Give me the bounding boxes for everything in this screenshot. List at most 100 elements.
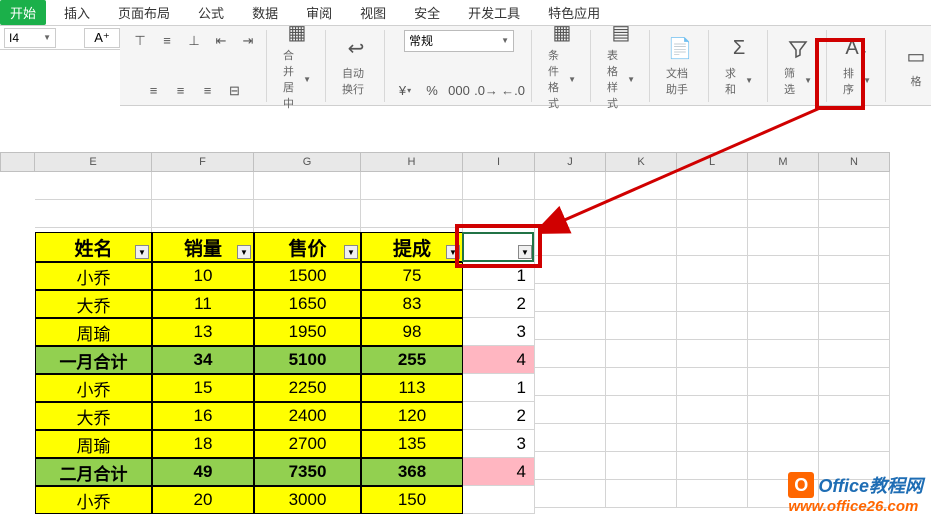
col-header-J[interactable]: J bbox=[535, 152, 606, 172]
table-cell[interactable]: 1950 bbox=[254, 318, 361, 346]
font-increase-button[interactable]: A⁺ bbox=[84, 28, 120, 48]
cell-L3[interactable] bbox=[677, 256, 748, 284]
cell-L0[interactable] bbox=[677, 172, 748, 200]
table-cell[interactable]: 75 bbox=[361, 262, 463, 290]
cell-E0[interactable] bbox=[35, 172, 152, 200]
filter-dropdown-icon[interactable]: ▼ bbox=[135, 245, 149, 259]
cell-G1[interactable] bbox=[254, 200, 361, 228]
cell-J3[interactable] bbox=[535, 256, 606, 284]
table-cell[interactable]: 255 bbox=[361, 346, 463, 374]
cell-K11[interactable] bbox=[606, 480, 677, 508]
align-center-button[interactable]: ≡ bbox=[169, 80, 193, 102]
cell-M7[interactable] bbox=[748, 368, 819, 396]
table-cell[interactable]: 368 bbox=[361, 458, 463, 486]
table-cell[interactable]: 小乔 bbox=[35, 486, 152, 514]
cell-N7[interactable] bbox=[819, 368, 890, 396]
table-cell[interactable]: 2700 bbox=[254, 430, 361, 458]
number-format-combo[interactable]: 常规▼ bbox=[404, 30, 514, 52]
cell-H1[interactable] bbox=[361, 200, 463, 228]
col-header-H[interactable]: H bbox=[361, 152, 463, 172]
table-cell-i[interactable]: 1 bbox=[463, 374, 535, 402]
table-cell[interactable]: 周瑜 bbox=[35, 318, 152, 346]
table-cell[interactable]: 5100 bbox=[254, 346, 361, 374]
cell-M8[interactable] bbox=[748, 396, 819, 424]
tab-security[interactable]: 安全 bbox=[400, 0, 454, 25]
col-header-L[interactable]: L bbox=[677, 152, 748, 172]
col-header-M[interactable]: M bbox=[748, 152, 819, 172]
wrap-text-button[interactable]: ↩ 自动换行 bbox=[334, 30, 378, 102]
cell-K5[interactable] bbox=[606, 312, 677, 340]
cell-L6[interactable] bbox=[677, 340, 748, 368]
cell-J7[interactable] bbox=[535, 368, 606, 396]
cell-M4[interactable] bbox=[748, 284, 819, 312]
merge-center-button[interactable]: ▦ 合并居中▼ bbox=[275, 30, 319, 102]
cell-K0[interactable] bbox=[606, 172, 677, 200]
table-cell[interactable]: 1500 bbox=[254, 262, 361, 290]
table-cell[interactable]: 16 bbox=[152, 402, 254, 430]
table-cell-i[interactable] bbox=[463, 486, 535, 514]
cell-J4[interactable] bbox=[535, 284, 606, 312]
col-header-E[interactable]: E bbox=[35, 152, 152, 172]
table-cell-i[interactable]: 3 bbox=[463, 318, 535, 346]
table-style-button[interactable]: ▤ 表格样式▼ bbox=[599, 30, 643, 102]
cell-M3[interactable] bbox=[748, 256, 819, 284]
cell-K2[interactable] bbox=[606, 228, 677, 256]
cell-G0[interactable] bbox=[254, 172, 361, 200]
table-cell[interactable]: 113 bbox=[361, 374, 463, 402]
filter-dropdown-icon[interactable]: ▼ bbox=[237, 245, 251, 259]
table-cell[interactable]: 34 bbox=[152, 346, 254, 374]
cell-N8[interactable] bbox=[819, 396, 890, 424]
cell-K10[interactable] bbox=[606, 452, 677, 480]
merge-narrow-button[interactable]: ⊟ bbox=[223, 80, 247, 102]
table-cell[interactable]: 135 bbox=[361, 430, 463, 458]
cell-J11[interactable] bbox=[535, 480, 606, 508]
comma-button[interactable]: 000 bbox=[447, 80, 471, 102]
cell-L2[interactable] bbox=[677, 228, 748, 256]
align-right-button[interactable]: ≡ bbox=[196, 80, 220, 102]
cell-K3[interactable] bbox=[606, 256, 677, 284]
filter-dropdown-icon[interactable]: ▼ bbox=[344, 245, 358, 259]
tab-formula[interactable]: 公式 bbox=[184, 0, 238, 25]
percent-button[interactable]: % bbox=[420, 80, 444, 102]
cell-L5[interactable] bbox=[677, 312, 748, 340]
cell-L10[interactable] bbox=[677, 452, 748, 480]
table-header-name[interactable]: 姓名▼ bbox=[35, 232, 152, 262]
table-cell[interactable]: 49 bbox=[152, 458, 254, 486]
cell-L8[interactable] bbox=[677, 396, 748, 424]
cell-M5[interactable] bbox=[748, 312, 819, 340]
decimal-decrease-button[interactable]: ←.0 bbox=[501, 80, 525, 102]
table-cell[interactable]: 大乔 bbox=[35, 290, 152, 318]
cell-N4[interactable] bbox=[819, 284, 890, 312]
table-header-comm[interactable]: 提成▼ bbox=[361, 232, 463, 262]
cell-I0[interactable] bbox=[463, 172, 535, 200]
cell-H0[interactable] bbox=[361, 172, 463, 200]
col-header-G[interactable]: G bbox=[254, 152, 361, 172]
tab-dev[interactable]: 开发工具 bbox=[454, 0, 534, 25]
tab-insert[interactable]: 插入 bbox=[50, 0, 104, 25]
table-header-qty[interactable]: 销量▼ bbox=[152, 232, 254, 262]
table-cell[interactable]: 150 bbox=[361, 486, 463, 514]
cell-K9[interactable] bbox=[606, 424, 677, 452]
table-cell[interactable]: 120 bbox=[361, 402, 463, 430]
cell-L4[interactable] bbox=[677, 284, 748, 312]
cell-M0[interactable] bbox=[748, 172, 819, 200]
col-header-N[interactable]: N bbox=[819, 152, 890, 172]
cell-J8[interactable] bbox=[535, 396, 606, 424]
table-cell[interactable]: 15 bbox=[152, 374, 254, 402]
cell-L11[interactable] bbox=[677, 480, 748, 508]
doc-helper-button[interactable]: 📄 文档助手 bbox=[658, 30, 702, 102]
cell-N9[interactable] bbox=[819, 424, 890, 452]
cell-J9[interactable] bbox=[535, 424, 606, 452]
cell-K6[interactable] bbox=[606, 340, 677, 368]
cell-K7[interactable] bbox=[606, 368, 677, 396]
cell-F1[interactable] bbox=[152, 200, 254, 228]
cell-K8[interactable] bbox=[606, 396, 677, 424]
name-box[interactable]: I4▼ bbox=[4, 28, 56, 48]
cell-F0[interactable] bbox=[152, 172, 254, 200]
cell-N3[interactable] bbox=[819, 256, 890, 284]
table-cell[interactable]: 小乔 bbox=[35, 262, 152, 290]
indent-increase-button[interactable]: ⇥ bbox=[236, 30, 260, 52]
table-cell-i[interactable]: 2 bbox=[463, 402, 535, 430]
table-cell[interactable]: 1650 bbox=[254, 290, 361, 318]
table-cell[interactable]: 98 bbox=[361, 318, 463, 346]
